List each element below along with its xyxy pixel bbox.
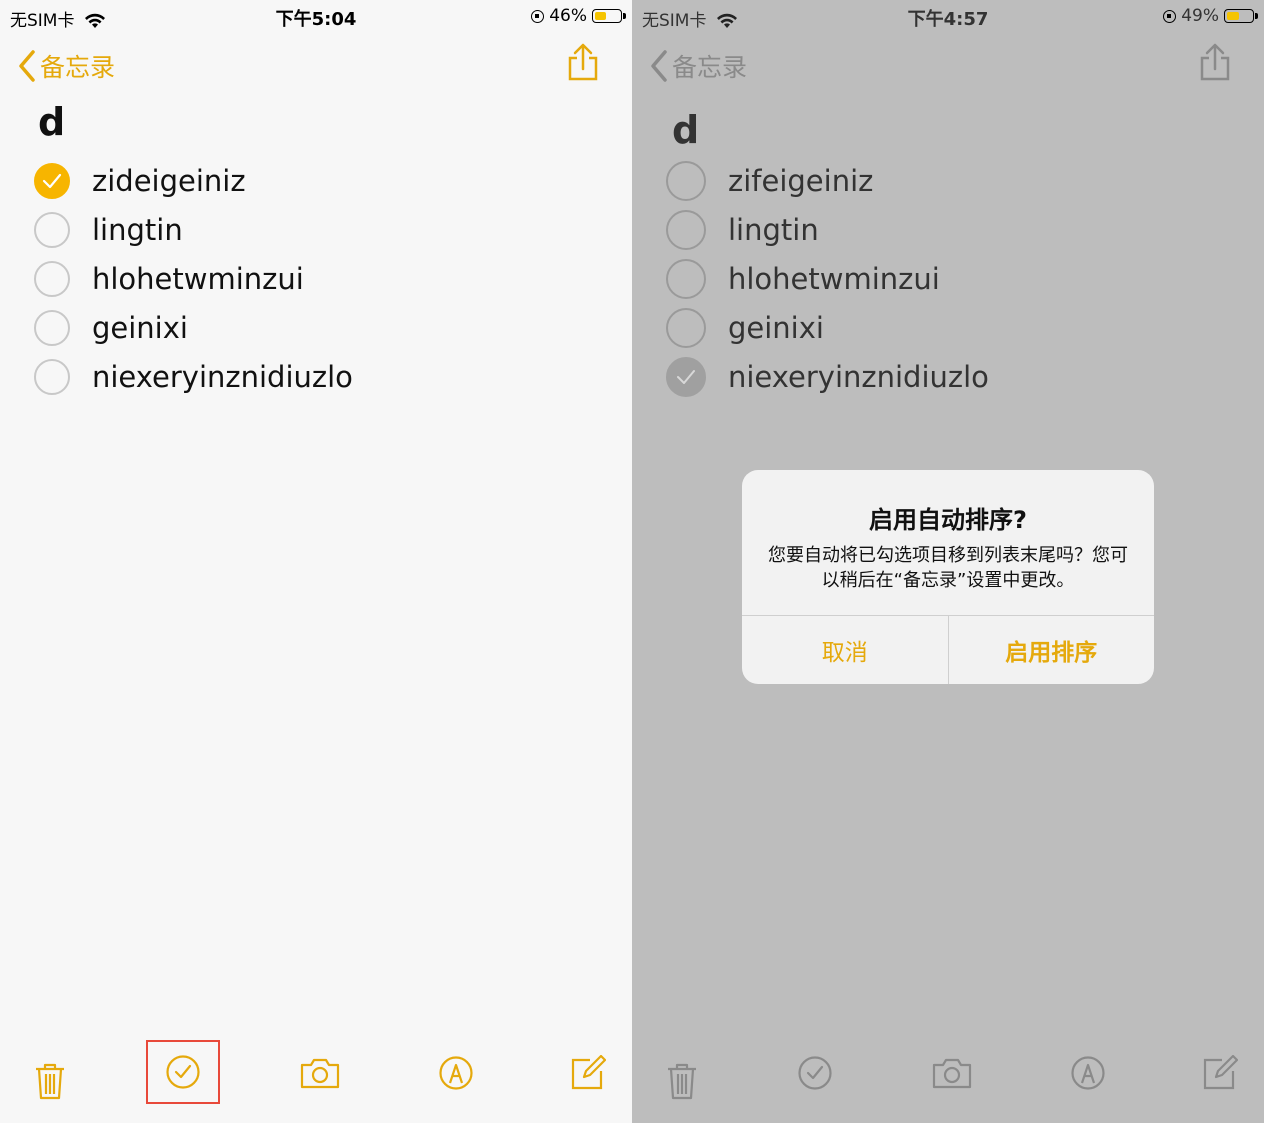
item-text[interactable]: zideigeiniz xyxy=(92,164,246,198)
checkbox[interactable] xyxy=(34,211,70,248)
battery-percent: 49% xyxy=(1181,6,1219,26)
share-icon[interactable] xyxy=(566,42,600,82)
nav-bar: 备忘录 xyxy=(632,42,1264,86)
camera-button[interactable] xyxy=(922,1043,982,1103)
checkmark-circle-icon xyxy=(166,1055,200,1089)
orientation-lock-icon xyxy=(531,9,545,23)
checklist: zideigeiniz lingtin hlohetwminzui geinix… xyxy=(34,156,353,401)
battery-icon xyxy=(1224,9,1258,23)
list-item: hlohetwminzui xyxy=(34,254,353,303)
checklist-button[interactable] xyxy=(146,1040,220,1104)
item-text[interactable]: lingtin xyxy=(728,213,819,247)
delete-button[interactable] xyxy=(652,1051,712,1111)
alert-buttons: 取消 启用排序 xyxy=(742,615,1154,684)
delete-button[interactable] xyxy=(20,1051,80,1111)
enable-sort-button[interactable]: 启用排序 xyxy=(947,616,1155,684)
trash-icon xyxy=(668,1063,696,1100)
markup-button[interactable] xyxy=(426,1043,486,1103)
item-text[interactable]: hlohetwminzui xyxy=(92,262,304,296)
checkbox-checked[interactable] xyxy=(666,356,706,397)
nav-bar: 备忘录 xyxy=(0,42,632,86)
item-text[interactable]: lingtin xyxy=(92,213,183,247)
list-item: lingtin xyxy=(666,205,989,254)
item-text[interactable]: geinixi xyxy=(728,311,824,345)
battery-percent: 46% xyxy=(549,6,587,26)
list-item: zideigeiniz xyxy=(34,156,353,205)
compose-icon xyxy=(571,1055,606,1090)
camera-icon xyxy=(932,1058,972,1089)
checklist: zifeigeiniz lingtin hlohetwminzui geinix… xyxy=(666,156,989,401)
pen-circle-icon xyxy=(1071,1056,1105,1090)
checkbox[interactable] xyxy=(666,307,706,348)
checkbox[interactable] xyxy=(34,260,70,297)
checkbox[interactable] xyxy=(666,258,706,299)
chevron-left-icon xyxy=(19,50,35,82)
list-item: geinixi xyxy=(34,303,353,352)
checkbox[interactable] xyxy=(34,309,70,346)
list-item: lingtin xyxy=(34,205,353,254)
compose-button[interactable] xyxy=(1190,1043,1250,1103)
bottom-toolbar xyxy=(632,1053,1264,1123)
camera-icon xyxy=(300,1058,340,1089)
item-text[interactable]: geinixi xyxy=(92,311,188,345)
status-bar: 无SIM卡 下午4:57 49% xyxy=(632,0,1264,32)
battery-icon xyxy=(592,9,626,23)
checkbox[interactable] xyxy=(666,209,706,250)
back-button[interactable]: 备忘录 xyxy=(18,48,115,84)
checkmark-icon xyxy=(677,369,695,384)
checklist-button[interactable] xyxy=(785,1043,845,1103)
orientation-lock-icon xyxy=(1163,9,1177,23)
item-text[interactable]: hlohetwminzui xyxy=(728,262,940,296)
item-text[interactable]: niexeryinznidiuzlo xyxy=(728,360,989,394)
back-label: 备忘录 xyxy=(40,53,116,82)
chevron-left-icon xyxy=(651,50,667,82)
item-text[interactable]: niexeryinznidiuzlo xyxy=(92,360,353,394)
checkbox[interactable] xyxy=(34,358,70,395)
list-item: niexeryinznidiuzlo xyxy=(34,352,353,401)
status-bar: 无SIM卡 下午5:04 46% xyxy=(0,0,632,32)
checkbox[interactable] xyxy=(666,160,706,201)
markup-button[interactable] xyxy=(1058,1043,1118,1103)
auto-sort-alert: 启用自动排序? 您要自动将已勾选项目移到列表末尾吗？您可以稍后在“备忘录”设置中… xyxy=(742,470,1154,684)
compose-button[interactable] xyxy=(558,1043,618,1103)
trash-icon xyxy=(36,1063,64,1100)
note-title: d xyxy=(38,100,66,144)
list-item: geinixi xyxy=(666,303,989,352)
list-item: niexeryinznidiuzlo xyxy=(666,352,989,401)
note-title: d xyxy=(672,108,700,152)
battery-group: 49% xyxy=(1163,6,1258,26)
list-item: hlohetwminzui xyxy=(666,254,989,303)
battery-group: 46% xyxy=(531,6,626,26)
share-icon[interactable] xyxy=(1198,42,1232,82)
back-label: 备忘录 xyxy=(672,53,748,82)
list-item: zifeigeiniz xyxy=(666,156,989,205)
camera-button[interactable] xyxy=(290,1043,350,1103)
bottom-toolbar xyxy=(0,1040,632,1123)
alert-title: 启用自动排序? xyxy=(869,506,1027,534)
compose-icon xyxy=(1203,1055,1238,1090)
back-button[interactable]: 备忘录 xyxy=(650,48,747,84)
cancel-button[interactable]: 取消 xyxy=(742,616,948,684)
alert-message: 您要自动将已勾选项目移到列表末尾吗？您可以稍后在“备忘录”设置中更改。 xyxy=(768,545,1128,591)
left-screen: 无SIM卡 下午5:04 46% 备忘录 d zideigeiniz lingt… xyxy=(0,0,632,1123)
item-text[interactable]: zifeigeiniz xyxy=(728,164,873,198)
right-screen: 无SIM卡 下午4:57 49% 备忘录 d zifeigeiniz lingt… xyxy=(632,0,1264,1123)
checkmark-circle-icon xyxy=(798,1056,832,1090)
checkmark-icon xyxy=(42,173,62,188)
pen-circle-icon xyxy=(439,1056,473,1090)
checkbox-checked[interactable] xyxy=(34,162,70,199)
